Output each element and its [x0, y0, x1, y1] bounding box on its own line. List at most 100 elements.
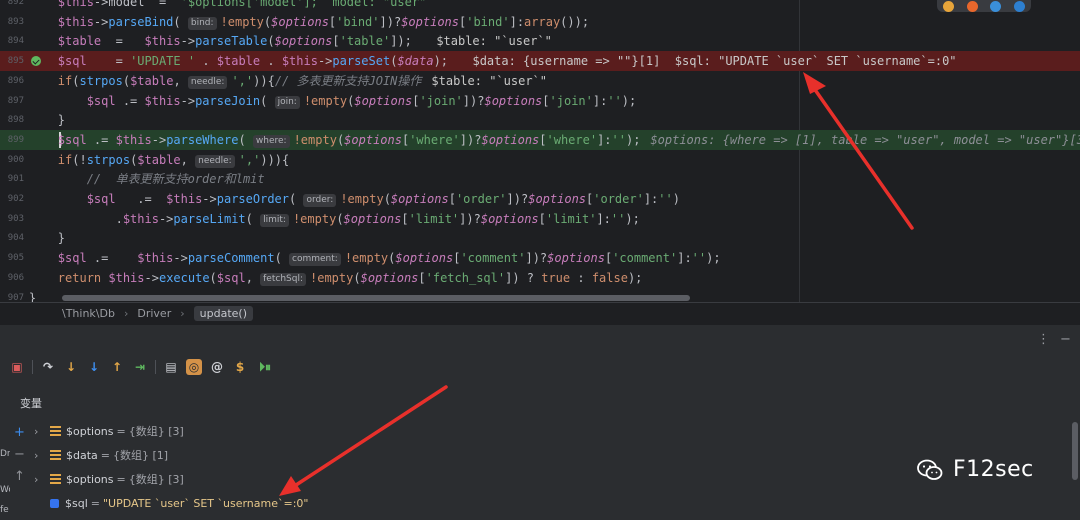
code-text[interactable]: .$this->parseLimit( limit: !empty($option… — [0, 209, 640, 229]
code-line[interactable]: 906 return $this->execute($sql, fetchSql… — [0, 268, 1080, 288]
code-token: -> — [93, 14, 109, 29]
code-token: $sql — [0, 251, 87, 266]
breadcrumb-method[interactable]: update() — [193, 306, 253, 321]
code-text[interactable]: $sql .= $this->parseWhere( where: !empty(… — [0, 130, 1080, 150]
code-text[interactable]: $sql .= $this->parseComment( comment: !em… — [0, 248, 721, 268]
expand-chevron-icon[interactable]: › — [34, 473, 44, 486]
code-text[interactable]: $this->model = '$options['model']; model… — [0, 0, 426, 12]
code-token: -> — [144, 270, 159, 285]
breadcrumb-class[interactable]: Driver — [137, 307, 171, 320]
code-token: $this — [122, 211, 159, 226]
code-token: . — [260, 54, 282, 69]
breadcrumb-namespace[interactable]: \Think\Db — [62, 307, 115, 320]
move-up-icon[interactable]: ↑ — [14, 469, 25, 484]
left-panel-fragment: Dr — [0, 449, 10, 459]
resume-icon[interactable]: ⏵⏸ — [255, 359, 275, 375]
code-token: // 多表更新支持JOIN操作 — [274, 73, 422, 88]
code-token: 'limit' — [545, 211, 597, 226]
add-watch-icon[interactable]: + — [14, 425, 25, 440]
code-text[interactable]: return $this->execute($sql, fetchSql: !em… — [0, 268, 642, 288]
code-text[interactable]: if(strpos($table, needle: ',')){// 多表更新支持… — [0, 71, 547, 91]
code-token: !empty — [303, 93, 348, 108]
firefox-icon[interactable] — [966, 0, 978, 12]
watch-icon[interactable]: @ — [209, 359, 225, 375]
chrome-icon[interactable] — [943, 0, 955, 12]
code-token: ->model — [93, 0, 145, 9]
step-over-icon[interactable]: ↷ — [40, 359, 56, 375]
code-token: .= — [115, 93, 145, 108]
code-text[interactable]: if(!strpos($table, needle: ','))){ — [0, 150, 289, 170]
parameter-hint: limit: — [260, 213, 289, 227]
code-line[interactable]: 895 $sql = 'UPDATE ' . $table . $this->p… — [0, 51, 1080, 72]
code-line[interactable]: 905 $sql .= $this->parseComment( comment… — [0, 248, 1080, 268]
code-token: $options — [344, 132, 402, 147]
code-token: parseTable — [195, 34, 268, 49]
code-line[interactable]: 903 .$this->parseLimit( limit: !empty($op… — [0, 209, 1080, 229]
variable-equals: = — [116, 424, 126, 438]
code-line[interactable]: 904 } — [0, 228, 1080, 248]
code-text[interactable]: } — [0, 288, 36, 303]
horizontal-scrollbar[interactable] — [62, 295, 690, 301]
remove-watch-icon[interactable]: − — [14, 447, 25, 462]
more-options-icon[interactable]: ⋮ — [1037, 332, 1050, 347]
variable-icon[interactable]: $ — [232, 359, 248, 375]
expand-chevron-icon[interactable]: › — [34, 449, 44, 462]
edge-icon[interactable] — [1013, 0, 1025, 12]
code-line[interactable]: 893 $this->parseBind( bind: !empty($optio… — [0, 12, 1080, 32]
variable-row-data[interactable]: › $data = {数组} [1] — [34, 445, 168, 465]
code-token: = — [144, 0, 181, 9]
variable-row-sql[interactable]: $sql = "UPDATE `user` SET `username`=:0" — [34, 493, 308, 513]
code-token: $this — [137, 251, 174, 266]
code-line[interactable]: 902 $sql .= $this->parseOrder( order: !em… — [0, 189, 1080, 209]
stop-icon[interactable]: ▣ — [9, 359, 25, 375]
code-token: -> — [180, 93, 196, 108]
code-token: $options — [547, 251, 605, 266]
parameter-hint: join: — [274, 95, 300, 109]
code-token: } — [0, 290, 37, 303]
ie-icon[interactable] — [990, 0, 1002, 12]
code-token: ( — [238, 132, 253, 147]
breadcrumb: \Think\Db › Driver › update() — [0, 302, 1080, 324]
code-text[interactable]: $this->parseBind( bind: !empty($options['… — [0, 12, 589, 32]
minimize-icon[interactable]: − — [1060, 332, 1071, 347]
step-out-icon[interactable]: ↑ — [109, 359, 125, 375]
code-line[interactable]: 896 if(strpos($table, needle: ',')){// 多表… — [0, 71, 1080, 91]
code-line[interactable]: 900 if(!strpos($table, needle: ','))){ — [0, 150, 1080, 170]
expand-chevron-icon[interactable]: › — [34, 425, 44, 438]
code-token: ( — [209, 270, 217, 285]
code-token: '' — [607, 93, 622, 108]
parameter-hint: needle: — [187, 75, 228, 89]
code-line[interactable]: 892 $this->model = '$options['model']; m… — [0, 0, 1080, 12]
code-text[interactable]: } — [0, 228, 65, 248]
variables-scrollbar[interactable] — [1072, 422, 1078, 480]
code-token: ); — [625, 211, 640, 226]
code-text[interactable]: $sql = 'UPDATE ' . $table . $this->parse… — [0, 51, 957, 71]
evaluate-icon[interactable]: ◎ — [186, 359, 202, 375]
code-line[interactable]: 901 // 单表更新支持order和lmit — [0, 169, 1080, 189]
variable-row-options[interactable]: › $options = {数组} [3] — [34, 469, 184, 489]
code-editor[interactable]: 892 $this->model = '$options['model']; m… — [0, 0, 1080, 302]
variable-row-options[interactable]: › $options = {数组} [3] — [34, 421, 184, 441]
debug-toolbar: ▣ ↷ ↓ ↓ ↑ ⇥ ▤ ◎ @ $ ⏵⏸ — [9, 356, 275, 378]
force-step-into-icon[interactable]: ↓ — [86, 359, 102, 375]
run-to-cursor-icon[interactable]: ⇥ — [132, 359, 148, 375]
code-token: parseOrder — [216, 192, 289, 206]
code-text[interactable]: // 单表更新支持order和lmit — [0, 169, 265, 189]
step-into-icon[interactable]: ↓ — [63, 359, 79, 375]
variable-equals: = — [116, 472, 126, 486]
code-token: parseSet — [332, 54, 391, 69]
watermark: F12sec — [917, 457, 1034, 482]
code-text[interactable]: $table = $this->parseTable($options['tab… — [0, 31, 552, 51]
code-text[interactable]: $sql .= $this->parseJoin( join: !empty($o… — [0, 91, 636, 111]
code-text[interactable]: } — [0, 110, 65, 130]
code-line[interactable]: 897 $sql .= $this->parseJoin( join: !empt… — [0, 91, 1080, 111]
string-variable-icon — [50, 498, 59, 508]
code-token: ]: — [677, 251, 692, 266]
code-token: [ — [539, 132, 547, 147]
code-text[interactable]: $sql .= $this->parseOrder( order: !empty(… — [0, 189, 680, 209]
code-token: $options — [484, 93, 543, 108]
console-icon[interactable]: ▤ — [163, 359, 179, 375]
code-line[interactable]: 899 $sql .= $this->parseWhere( where: !em… — [0, 129, 1080, 150]
code-line[interactable]: 898 } — [0, 110, 1080, 130]
code-line[interactable]: 894 $table = $this->parseTable($options[… — [0, 31, 1080, 51]
